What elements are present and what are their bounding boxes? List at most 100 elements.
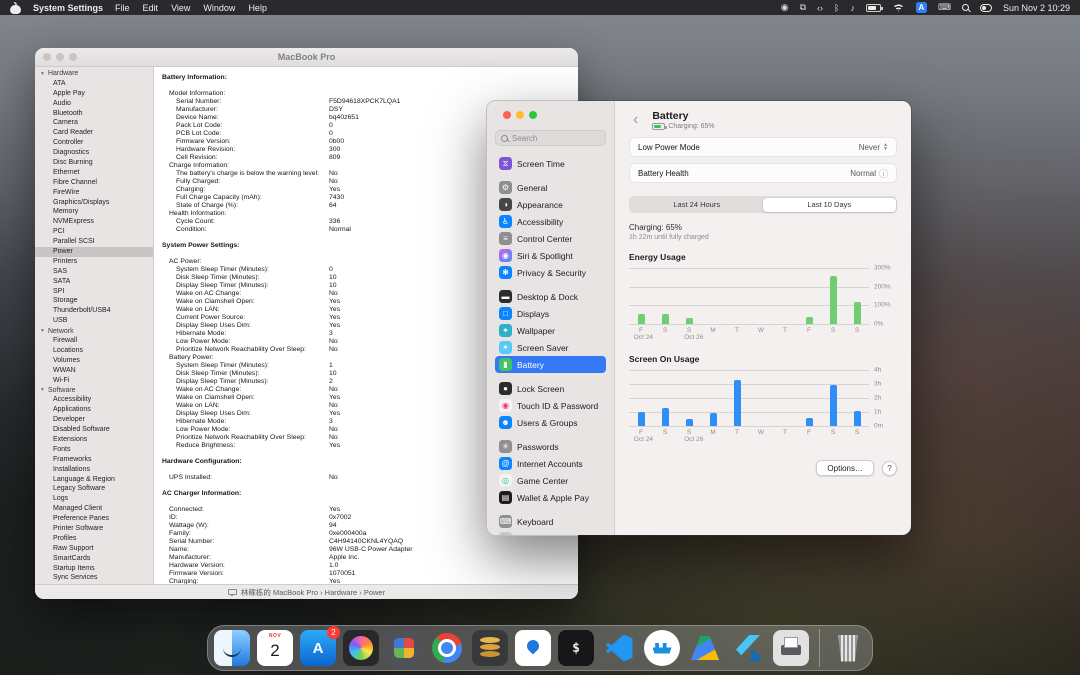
screen-record-icon[interactable]: ◉ <box>781 2 789 13</box>
si-sidebar-item[interactable]: Sync Services <box>35 573 153 583</box>
dock-icon-chrome[interactable] <box>429 630 465 666</box>
dock-icon-photos[interactable] <box>343 630 379 666</box>
si-sidebar-item[interactable]: Preference Panes <box>35 514 153 524</box>
dock-icon-launchpad[interactable] <box>386 630 422 666</box>
si-sidebar-item[interactable]: Audio <box>35 99 153 109</box>
si-sidebar-item[interactable]: PCI <box>35 227 153 237</box>
si-sidebar-section[interactable]: ▼Hardware <box>35 69 153 79</box>
app-menu[interactable]: System Settings <box>33 3 103 13</box>
dock-icon-trash[interactable] <box>830 630 866 666</box>
search-field[interactable] <box>495 130 606 146</box>
si-sidebar-item[interactable]: Memory <box>35 207 153 217</box>
si-sidebar-item[interactable]: Camera <box>35 118 153 128</box>
si-sidebar-item[interactable]: Profiles <box>35 534 153 544</box>
settings-sidebar-item-keyboard[interactable]: ⌨ Keyboard <box>495 513 606 530</box>
si-sidebar-item[interactable]: SAS <box>35 267 153 277</box>
si-sidebar-item[interactable]: Legacy Software <box>35 484 153 494</box>
settings-sidebar-item-internet-accounts[interactable]: @ Internet Accounts <box>495 455 606 472</box>
dock-icon-flutter[interactable] <box>730 630 766 666</box>
settings-sidebar-item-wallet-apple-pay[interactable]: ▤ Wallet & Apple Pay <box>495 489 606 506</box>
battery-status-icon[interactable] <box>866 4 881 12</box>
si-sidebar-item[interactable]: Logs <box>35 494 153 504</box>
si-sidebar-item[interactable]: Parallel SCSI <box>35 237 153 247</box>
si-sidebar-item[interactable]: Wi-Fi <box>35 376 153 386</box>
si-sidebar-item[interactable]: Controller <box>35 138 153 148</box>
menu-item[interactable]: Window <box>203 3 235 13</box>
search-input[interactable] <box>512 134 592 143</box>
settings-sidebar-item-desktop-dock[interactable]: ▬ Desktop & Dock <box>495 288 606 305</box>
settings-sidebar-item-displays[interactable]: □ Displays <box>495 305 606 322</box>
settings-sidebar-item-accessibility[interactable]: ♿ Accessibility <box>495 213 606 230</box>
back-button[interactable]: ‹ <box>629 113 642 127</box>
si-sidebar-item[interactable]: Storage <box>35 296 153 306</box>
si-sidebar-item[interactable]: Accessibility <box>35 395 153 405</box>
menu-clock[interactable]: Sun Nov 2 10:29 <box>1003 3 1070 13</box>
close-button[interactable] <box>43 53 51 61</box>
si-sidebar-item[interactable]: SPI <box>35 287 153 297</box>
settings-sidebar-item-trackpad[interactable]: ▭ Trackpad <box>495 530 606 535</box>
si-sidebar-section[interactable]: ▼Software <box>35 386 153 396</box>
si-sidebar-item[interactable]: Applications <box>35 405 153 415</box>
menu-item[interactable]: File <box>115 3 130 13</box>
settings-sidebar-item-siri-spotlight[interactable]: ◉ Siri & Spotlight <box>495 247 606 264</box>
si-sidebar-item[interactable]: Ethernet <box>35 168 153 178</box>
dock-icon-app-store[interactable]: A 2 <box>300 630 336 666</box>
si-sidebar-item[interactable]: SmartCards <box>35 554 153 564</box>
dock-icon-printer[interactable] <box>773 630 809 666</box>
wifi-icon[interactable] <box>892 4 905 12</box>
si-sidebar-item[interactable]: Developer <box>35 415 153 425</box>
clipboard-icon[interactable]: ⧉ <box>800 2 806 13</box>
settings-sidebar-item-screen-time[interactable]: ⧖ Screen Time <box>495 155 606 172</box>
si-sidebar-item[interactable]: Disabled Software <box>35 425 153 435</box>
si-sidebar-item[interactable]: Thunderbolt/USB4 <box>35 306 153 316</box>
settings-sidebar-item-lock-screen[interactable]: ● Lock Screen <box>495 380 606 397</box>
low-power-mode-select[interactable]: Never ▲▼ <box>859 143 888 152</box>
si-sidebar-item[interactable]: Extensions <box>35 435 153 445</box>
si-sidebar-item[interactable]: Apple Pay <box>35 89 153 99</box>
si-sidebar-item[interactable]: Power <box>35 247 153 257</box>
options-button[interactable]: Options… <box>816 460 874 476</box>
si-sidebar-item[interactable]: Bluetooth <box>35 109 153 119</box>
settings-sidebar-item-appearance[interactable]: ◑ Appearance <box>495 196 606 213</box>
si-sidebar-item[interactable]: Firewall <box>35 336 153 346</box>
si-sidebar-item[interactable]: USB <box>35 316 153 326</box>
history-range-tab[interactable]: Last 10 Days <box>763 198 896 212</box>
minimize-button[interactable] <box>516 111 524 119</box>
developer-icon[interactable]: ‹› <box>817 3 823 13</box>
bluetooth-icon[interactable]: ᛒ <box>834 3 839 13</box>
history-range-tab[interactable]: Last 24 Hours <box>631 198 764 212</box>
si-sidebar-item[interactable]: Raw Support <box>35 544 153 554</box>
si-sidebar-item[interactable]: Diagnostics <box>35 148 153 158</box>
disclosure-triangle-icon[interactable]: ▼ <box>40 328 45 334</box>
si-sidebar-item[interactable]: ATA <box>35 79 153 89</box>
si-sidebar-item[interactable]: WWAN <box>35 366 153 376</box>
si-sidebar-item[interactable]: Startup Items <box>35 564 153 574</box>
dock-icon-finder[interactable] <box>214 630 250 666</box>
input-source-icon[interactable]: A <box>916 2 927 13</box>
dock-icon-terminal[interactable]: $ <box>558 630 594 666</box>
si-sidebar-item[interactable]: Volumes <box>35 356 153 366</box>
settings-sidebar-item-passwords[interactable]: ✳ Passwords <box>495 438 606 455</box>
settings-sidebar-item-battery[interactable]: ▮ Battery <box>495 356 606 373</box>
settings-sidebar-item-privacy-security[interactable]: ✱ Privacy & Security <box>495 264 606 281</box>
spotlight-search-icon[interactable] <box>962 4 969 11</box>
close-button[interactable] <box>503 111 511 119</box>
zoom-button[interactable] <box>529 111 537 119</box>
si-sidebar-section[interactable]: ▼Network <box>35 326 153 336</box>
si-sidebar-item[interactable]: SATA <box>35 277 153 287</box>
disclosure-triangle-icon[interactable]: ▼ <box>40 71 45 77</box>
control-center-icon[interactable] <box>980 4 992 12</box>
settings-sidebar-item-users-groups[interactable]: ☻ Users & Groups <box>495 414 606 431</box>
si-sidebar-item[interactable]: Printers <box>35 257 153 267</box>
si-sidebar-item[interactable]: Graphics/Displays <box>35 198 153 208</box>
menu-item[interactable]: View <box>171 3 190 13</box>
settings-sidebar-item-control-center[interactable]: ≡ Control Center <box>495 230 606 247</box>
dock-icon-maps[interactable] <box>515 630 551 666</box>
dock-icon-calendar[interactable]: NOV 2 <box>257 630 293 666</box>
help-button[interactable]: ? <box>882 461 897 476</box>
dock-icon-database[interactable] <box>472 630 508 666</box>
dock-icon-vscode[interactable] <box>601 630 637 666</box>
volume-icon[interactable]: ♪ <box>850 3 855 13</box>
dock-icon-docker[interactable] <box>644 630 680 666</box>
si-sidebar-item[interactable]: Card Reader <box>35 128 153 138</box>
